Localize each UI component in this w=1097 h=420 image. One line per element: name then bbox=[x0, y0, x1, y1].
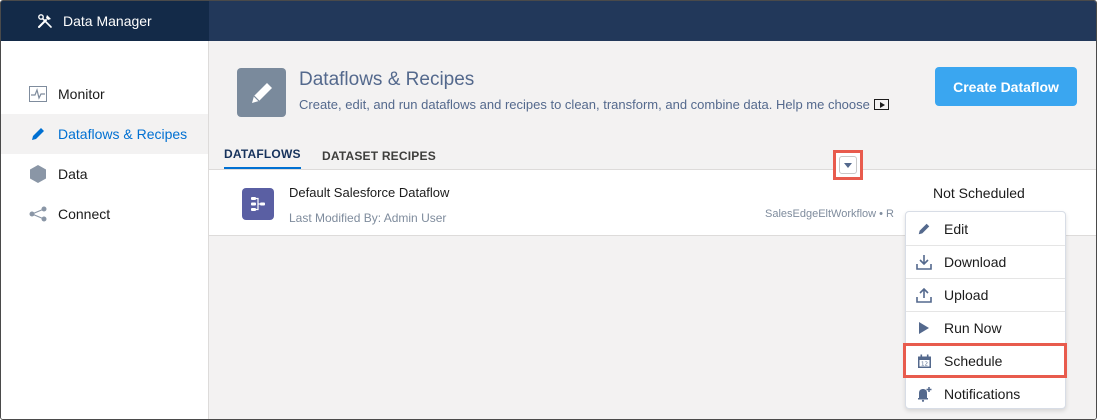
menu-item-upload[interactable]: Upload bbox=[906, 278, 1065, 311]
pencil-icon bbox=[29, 125, 47, 143]
page-subtitle: Create, edit, and run dataflows and reci… bbox=[299, 97, 889, 112]
menu-item-run-now[interactable]: Run Now bbox=[906, 311, 1065, 344]
pencil-icon bbox=[237, 68, 286, 117]
sidebar-item-connect[interactable]: Connect bbox=[1, 194, 208, 234]
app-title: Data Manager bbox=[63, 13, 152, 29]
share-icon bbox=[29, 205, 47, 223]
row-actions-menu: Edit Download Upload Run Now 12 Schedule… bbox=[905, 211, 1066, 409]
tab-bar: DATAFLOWS DATASET RECIPES bbox=[209, 141, 1096, 170]
dataflow-status: Not Scheduled bbox=[933, 185, 1025, 201]
sidebar-item-label: Connect bbox=[58, 206, 111, 222]
chevron-down-icon bbox=[844, 162, 852, 168]
menu-item-notifications[interactable]: Notifications bbox=[906, 377, 1065, 410]
create-dataflow-button[interactable]: Create Dataflow bbox=[935, 67, 1077, 106]
tools-icon bbox=[38, 14, 52, 28]
menu-item-label: Download bbox=[944, 254, 1007, 270]
menu-item-edit[interactable]: Edit bbox=[906, 212, 1065, 245]
sidebar-item-data[interactable]: Data bbox=[1, 154, 208, 194]
menu-item-download[interactable]: Download bbox=[906, 245, 1065, 278]
app-brand[interactable]: Data Manager bbox=[1, 1, 209, 41]
calendar-icon: 12 bbox=[916, 353, 932, 369]
menu-item-label: Run Now bbox=[944, 320, 1002, 336]
download-icon bbox=[916, 254, 932, 270]
sidebar-item-label: Monitor bbox=[58, 86, 105, 102]
tab-dataflows[interactable]: DATAFLOWS bbox=[224, 141, 301, 170]
menu-item-label: Schedule bbox=[944, 353, 1003, 369]
tab-dataset-recipes[interactable]: DATASET RECIPES bbox=[322, 141, 436, 170]
sidebar-item-label: Dataflows & Recipes bbox=[58, 126, 188, 142]
menu-item-label: Upload bbox=[944, 287, 989, 303]
page-title: Dataflows & Recipes bbox=[299, 69, 475, 90]
hexagon-icon bbox=[29, 165, 47, 183]
sidebar: Monitor Dataflows & Recipes Data Connect bbox=[1, 41, 209, 419]
dataflow-workflow: SalesEdgeEltWorkflow • R bbox=[765, 208, 894, 220]
dataflow-icon bbox=[242, 188, 274, 220]
sidebar-item-label: Data bbox=[58, 166, 88, 182]
play-icon bbox=[916, 320, 932, 336]
menu-item-label: Edit bbox=[944, 220, 969, 237]
dropdown-box bbox=[839, 156, 857, 174]
video-play-icon[interactable] bbox=[873, 99, 889, 110]
menu-item-label: Notifications bbox=[944, 386, 1021, 402]
dataflow-name[interactable]: Default Salesforce Dataflow bbox=[289, 185, 449, 200]
bell-icon bbox=[916, 386, 932, 402]
page-subtitle-text: Create, edit, and run dataflows and reci… bbox=[299, 97, 870, 112]
monitor-icon bbox=[29, 85, 47, 103]
upload-icon bbox=[916, 287, 932, 303]
svg-text:12: 12 bbox=[921, 361, 928, 367]
pencil-icon bbox=[916, 221, 932, 237]
dataflow-modified: Last Modified By: Admin User bbox=[289, 211, 447, 225]
menu-item-schedule[interactable]: 12 Schedule bbox=[906, 344, 1065, 377]
app-window: Data Manager Monitor Dataflows & Recipes… bbox=[0, 0, 1097, 420]
sidebar-item-monitor[interactable]: Monitor bbox=[1, 74, 208, 114]
sidebar-item-dataflows-recipes[interactable]: Dataflows & Recipes bbox=[1, 114, 208, 154]
row-actions-dropdown-button[interactable] bbox=[833, 150, 863, 180]
